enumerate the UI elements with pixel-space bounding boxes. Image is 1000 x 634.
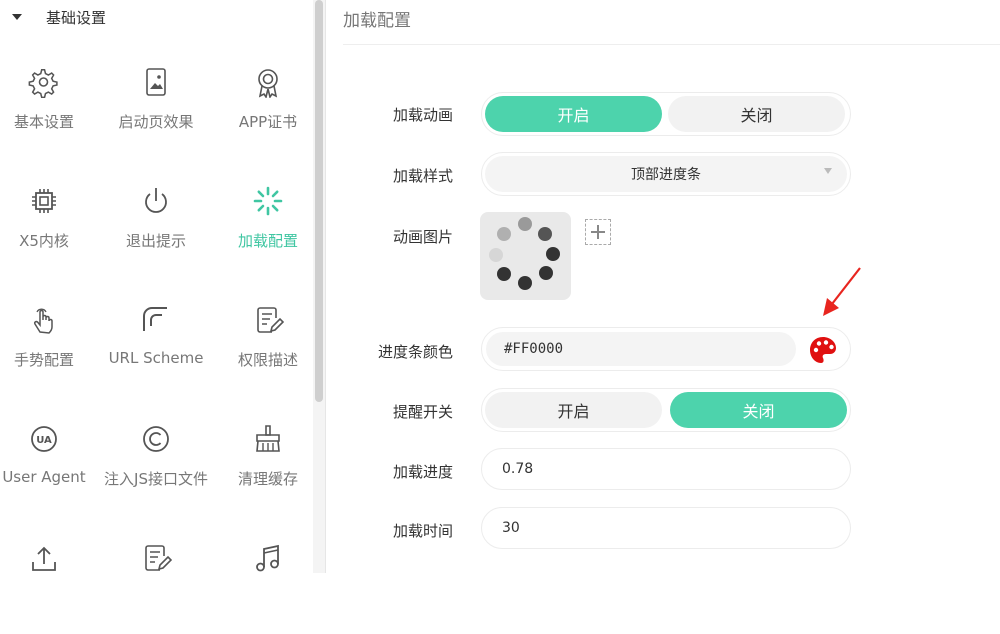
sidebar-scrollbar[interactable] <box>313 0 325 573</box>
divider <box>325 0 326 573</box>
spinner-preview-icon <box>489 217 560 290</box>
sidebar-item-label: 手势配置 <box>13 351 74 369</box>
anim-image-preview[interactable] <box>480 212 571 300</box>
svg-text:UA: UA <box>36 435 52 446</box>
load-style-label: 加载样式 <box>392 167 453 185</box>
load-style-value[interactable]: 顶部进度条 <box>485 156 847 192</box>
sidebar-item-label: 退出提示 <box>125 232 186 250</box>
sidebar-item-app-certificate[interactable]: APP证书 <box>216 48 320 158</box>
sidebar-item-label: 加载配置 <box>237 232 298 250</box>
load-time-input[interactable]: 30 <box>481 507 851 549</box>
sidebar-item-basic-settings[interactable]: 基本设置 <box>0 48 96 158</box>
loading-icon <box>253 186 283 216</box>
section-title: 基础设置 <box>46 8 107 27</box>
url-scheme-icon <box>143 307 167 331</box>
palette-icon[interactable] <box>807 334 839 366</box>
reminder-switch-label: 提醒开关 <box>392 403 453 421</box>
chevron-down-icon[interactable] <box>824 168 832 174</box>
copyright-icon <box>143 426 169 452</box>
sidebar-item-splash-effect[interactable]: 启动页效果 <box>104 48 208 158</box>
load-progress-input[interactable]: 0.78 <box>481 448 851 490</box>
sidebar-item-x5-kernel[interactable]: X5内核 <box>0 167 96 277</box>
sidebar-item-clear-cache[interactable]: 清理缓存 <box>216 405 320 515</box>
certificate-icon <box>258 69 278 98</box>
reminder-off-button[interactable]: 关闭 <box>670 392 847 428</box>
sidebar-item-url-scheme[interactable]: URL Scheme <box>104 286 208 396</box>
edit-doc-icon <box>145 545 172 571</box>
sidebar-item-document[interactable] <box>104 524 208 634</box>
reminder-on-button[interactable]: 开启 <box>485 392 662 428</box>
progress-color-label: 进度条颜色 <box>377 343 453 361</box>
title-divider <box>343 44 1000 45</box>
sidebar: 基础设置 基本设置 启动页效果 APP证书 X5内核 退出提示 加载配置 手势配… <box>0 0 312 573</box>
sidebar-item-label: APP证书 <box>238 113 298 131</box>
sidebar-item-label: 启动页效果 <box>118 113 194 131</box>
sidebar-item-label: 基本设置 <box>13 113 74 131</box>
sidebar-item-user-agent[interactable]: UA User Agent <box>0 405 96 515</box>
sidebar-item-permission-desc[interactable]: 权限描述 <box>216 286 320 396</box>
music-icon <box>256 544 279 572</box>
sidebar-item-label: User Agent <box>2 468 86 486</box>
upload-icon <box>32 546 56 571</box>
sidebar-item-label: 注入JS接口文件 <box>104 470 208 488</box>
ua-icon: UA <box>31 426 57 452</box>
chip-icon <box>32 189 56 213</box>
page-title: 加载配置 <box>343 11 411 31</box>
sidebar-item-upload[interactable] <box>0 524 96 634</box>
load-animation-toggle: 开启 关闭 <box>481 92 851 136</box>
progress-color-field: #FF0000 <box>481 327 851 371</box>
load-animation-label: 加载动画 <box>392 106 453 124</box>
scrollbar-thumb[interactable] <box>315 0 323 402</box>
hand-gesture-icon <box>34 308 53 334</box>
edit-doc-icon <box>257 307 284 333</box>
reminder-switch-toggle: 开启 关闭 <box>481 388 851 432</box>
section-header[interactable]: 基础设置 <box>12 0 106 34</box>
collapse-triangle-icon[interactable] <box>12 14 22 20</box>
sidebar-item-label: 清理缓存 <box>237 470 298 488</box>
load-animation-off-button[interactable]: 关闭 <box>668 96 845 132</box>
sidebar-item-label: URL Scheme <box>108 349 204 367</box>
load-progress-label: 加载进度 <box>392 463 453 481</box>
load-style-select[interactable]: 顶部进度条 <box>481 152 851 196</box>
gear-icon <box>28 69 58 98</box>
load-time-label: 加载时间 <box>392 522 453 540</box>
sidebar-item-load-config[interactable]: 加载配置 <box>216 167 320 277</box>
load-animation-on-button[interactable]: 开启 <box>485 96 662 132</box>
image-icon <box>146 68 166 96</box>
sidebar-item-label: 权限描述 <box>237 351 298 369</box>
sidebar-item-exit-prompt[interactable]: 退出提示 <box>104 167 208 277</box>
broom-icon <box>256 425 280 452</box>
anim-image-label: 动画图片 <box>392 228 453 246</box>
sidebar-item-gesture-config[interactable]: 手势配置 <box>0 286 96 396</box>
power-icon <box>145 188 167 213</box>
sidebar-item-label: X5内核 <box>19 232 69 250</box>
sidebar-item-music[interactable] <box>216 524 320 634</box>
sidebar-item-inject-js[interactable]: 注入JS接口文件 <box>104 405 208 515</box>
add-image-button[interactable] <box>585 219 611 245</box>
annotation-arrow-icon <box>823 267 861 316</box>
progress-color-input[interactable]: #FF0000 <box>486 332 796 366</box>
